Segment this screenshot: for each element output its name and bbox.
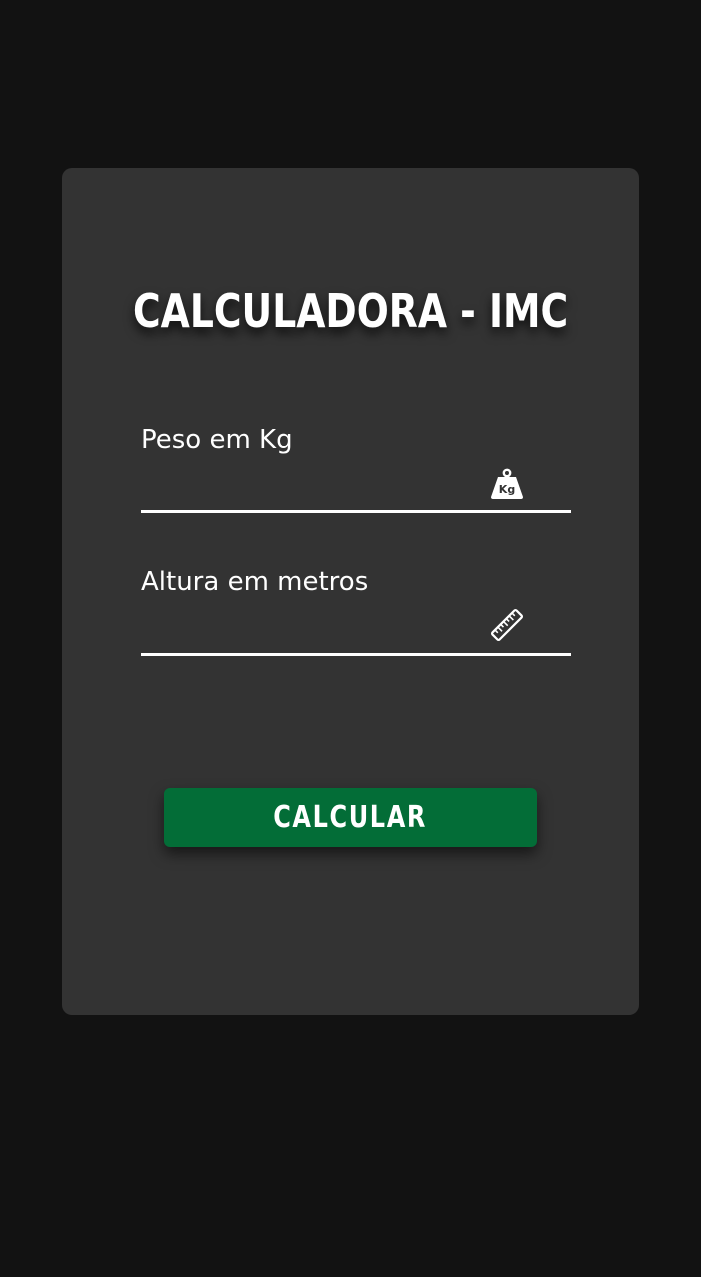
page-title: CALCULADORA - IMC [132,284,569,338]
height-label: Altura em metros [141,567,369,597]
height-underline [141,653,571,656]
kg-weight-icon: Kg [489,466,525,502]
weight-input[interactable] [141,468,481,508]
svg-text:Kg: Kg [499,483,515,496]
ruler-icon [489,607,525,643]
calculate-button-label: CALCULAR [273,800,428,835]
weight-label: Peso em Kg [141,425,293,455]
calculate-button[interactable]: CALCULAR [164,788,537,847]
weight-underline [141,510,571,513]
height-input[interactable] [141,610,481,650]
